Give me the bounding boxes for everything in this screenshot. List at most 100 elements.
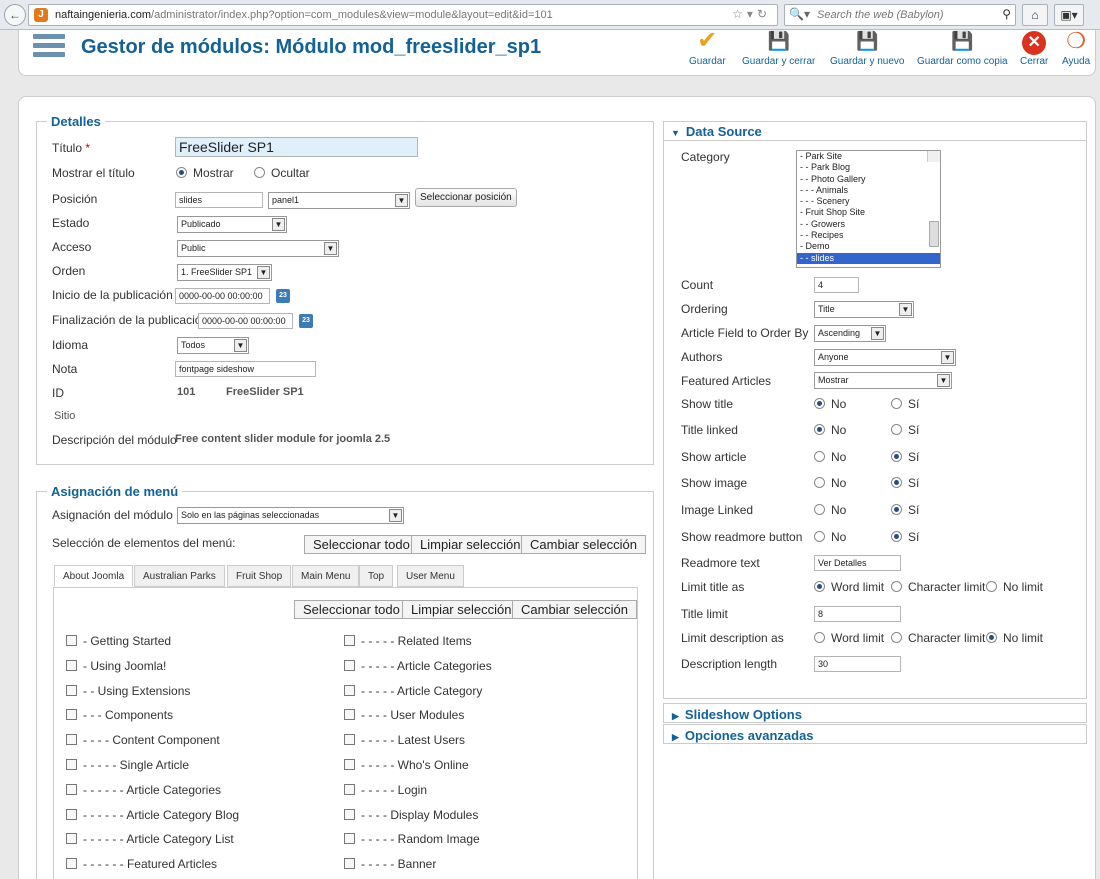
- access-select[interactable]: Public ▼: [177, 240, 339, 257]
- checkbox[interactable]: [66, 858, 77, 870]
- radio-checked[interactable]: [986, 632, 997, 643]
- checkbox[interactable]: [66, 635, 77, 646]
- menu-item-checkbox[interactable]: - - - - - Login: [344, 783, 427, 797]
- title-linked-no-radio[interactable]: No: [814, 423, 846, 437]
- scrollbar-thumb[interactable]: [929, 221, 939, 247]
- checkbox[interactable]: [344, 783, 355, 795]
- select-all-button[interactable]: Seleccionar todo: [304, 535, 419, 554]
- bookmarks-icon[interactable]: ▣▾: [1054, 4, 1084, 26]
- checkbox[interactable]: [66, 808, 77, 820]
- authors-select[interactable]: Anyone ▼: [814, 349, 956, 366]
- save-new-button[interactable]: 💾 Guardar y nuevo: [830, 30, 905, 67]
- advanced-options-panel[interactable]: ▶ Opciones avanzadas: [663, 724, 1087, 744]
- show-image-yes-radio[interactable]: Sí: [891, 476, 919, 490]
- radio-checked[interactable]: [814, 424, 825, 435]
- tab-top[interactable]: Top: [359, 565, 394, 587]
- menu-item-checkbox[interactable]: - - - - - Who's Online: [344, 758, 469, 772]
- bookmark-star-icon[interactable]: ☆▾↻: [732, 7, 771, 21]
- checkbox[interactable]: [66, 659, 77, 671]
- radio-unchecked[interactable]: [814, 477, 825, 488]
- radio-unchecked[interactable]: [891, 398, 902, 409]
- menu-item-checkbox[interactable]: - - - - - - Article Category Blog: [66, 808, 239, 822]
- category-option[interactable]: - Park Site: [797, 151, 940, 162]
- radio-unchecked[interactable]: [986, 581, 997, 592]
- category-option[interactable]: - Demo: [797, 241, 940, 252]
- radio-checked[interactable]: [891, 477, 902, 488]
- status-select[interactable]: Publicado ▼: [177, 216, 287, 233]
- limit-title-word-radio[interactable]: Word limit: [814, 580, 884, 594]
- position-input[interactable]: slides: [175, 192, 263, 208]
- checkbox[interactable]: [66, 759, 77, 770]
- image-linked-no-radio[interactable]: No: [814, 503, 846, 517]
- show-article-yes-radio[interactable]: Sí: [891, 450, 919, 464]
- radio-checked[interactable]: [814, 581, 825, 592]
- radio-unchecked[interactable]: [814, 531, 825, 542]
- category-option-selected[interactable]: - - slides: [797, 252, 940, 264]
- clear-selection-button[interactable]: Limpiar selección: [411, 535, 530, 554]
- checkbox[interactable]: [344, 808, 355, 820]
- image-linked-yes-radio[interactable]: Sí: [891, 503, 919, 517]
- menu-item-checkbox[interactable]: - - - - - Article Categories: [344, 659, 492, 673]
- note-input[interactable]: fontpage sideshow: [175, 361, 316, 377]
- menu-item-checkbox[interactable]: - - - - User Modules: [344, 708, 464, 722]
- show-image-no-radio[interactable]: No: [814, 476, 846, 490]
- radio-checked[interactable]: [814, 398, 825, 409]
- toggle-selection-button[interactable]: Cambiar selección: [521, 535, 646, 554]
- radio-checked[interactable]: [891, 504, 902, 515]
- menu-item-checkbox[interactable]: - - - - - Banner: [344, 857, 436, 871]
- category-option[interactable]: - Fruit Shop Site: [797, 207, 940, 218]
- menu-item-checkbox[interactable]: - - - - - - Article Category List: [66, 832, 234, 846]
- tab-about-joomla[interactable]: About Joomla: [54, 565, 134, 587]
- menu-item-checkbox[interactable]: - - - - - Latest Users: [344, 733, 465, 747]
- close-button[interactable]: ✕ Cerrar: [1020, 30, 1048, 67]
- radio-unchecked[interactable]: [254, 167, 265, 178]
- tab-user-menu[interactable]: User Menu: [397, 565, 464, 587]
- search-icon[interactable]: ⚲: [1002, 7, 1011, 21]
- radio-unchecked[interactable]: [891, 632, 902, 643]
- position-select[interactable]: panel1 ▼: [268, 192, 410, 209]
- category-option[interactable]: - - Recipes: [797, 230, 940, 241]
- tab-australian-parks[interactable]: Australian Parks: [134, 565, 225, 587]
- calendar-icon[interactable]: 23: [299, 314, 313, 328]
- checkbox[interactable]: [66, 684, 77, 696]
- menu-item-checkbox[interactable]: - - - - - Article Category: [344, 684, 482, 698]
- menu-item-checkbox[interactable]: - - - - Display Modules: [344, 808, 478, 822]
- show-title-yes-radio[interactable]: Sí: [891, 397, 919, 411]
- title-input[interactable]: FreeSlider SP1: [175, 137, 418, 157]
- count-input[interactable]: 4: [814, 277, 859, 293]
- module-assignment-select[interactable]: Solo en las páginas seleccionadas ▼: [177, 507, 404, 524]
- menu-item-checkbox[interactable]: - - - - - Single Article: [66, 758, 189, 772]
- menu-item-checkbox[interactable]: - - Using Extensions: [66, 684, 190, 698]
- listbox-scrollbar[interactable]: [927, 151, 940, 247]
- checkbox[interactable]: [344, 833, 355, 845]
- tab-select-all-button[interactable]: Seleccionar todo: [294, 600, 409, 619]
- radio-unchecked[interactable]: [891, 424, 902, 435]
- menu-item-checkbox[interactable]: - - - - - Random Image: [344, 832, 480, 846]
- desc-length-input[interactable]: 30: [814, 656, 901, 672]
- category-option[interactable]: - - Growers: [797, 219, 940, 230]
- limit-desc-none-radio[interactable]: No limit: [986, 631, 1043, 645]
- checkbox[interactable]: [344, 759, 355, 770]
- limit-title-char-radio[interactable]: Character limit: [891, 580, 985, 594]
- checkbox[interactable]: [344, 709, 355, 721]
- checkbox[interactable]: [344, 734, 355, 746]
- title-limit-input[interactable]: 8: [814, 606, 901, 622]
- limit-title-none-radio[interactable]: No limit: [986, 580, 1043, 594]
- menu-item-checkbox[interactable]: - - - - - - Article Categories: [66, 783, 221, 797]
- radio-unchecked[interactable]: [814, 504, 825, 515]
- checkbox[interactable]: [344, 858, 355, 870]
- category-option[interactable]: - - Photo Gallery: [797, 174, 940, 185]
- radio-checked[interactable]: [176, 167, 187, 178]
- home-icon[interactable]: ⌂: [1022, 4, 1048, 26]
- help-button[interactable]: ❍ Ayuda: [1062, 30, 1090, 68]
- radio-unchecked[interactable]: [891, 581, 902, 592]
- ordering-select[interactable]: Title ▼: [814, 301, 914, 318]
- menu-item-checkbox[interactable]: - - - - Content Component: [66, 733, 220, 747]
- radio-checked[interactable]: [891, 531, 902, 542]
- order-select[interactable]: 1. FreeSlider SP1 ▼: [177, 264, 272, 281]
- save-copy-button[interactable]: 💾 Guardar como copia: [917, 30, 1008, 67]
- category-option[interactable]: - - - Scenery: [797, 196, 940, 207]
- featured-select[interactable]: Mostrar ▼: [814, 372, 952, 389]
- checkbox[interactable]: [344, 635, 355, 646]
- checkbox[interactable]: [66, 783, 77, 795]
